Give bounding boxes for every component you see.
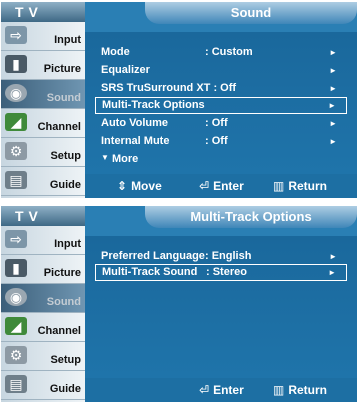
footer-enter: ⏎ Enter: [199, 378, 248, 402]
sound-icon: ◉: [5, 288, 27, 306]
sidebar-item-setup[interactable]: ⚙ Setup: [1, 138, 85, 167]
menu-item-value: : English: [205, 250, 252, 262]
sidebar-item-sound[interactable]: ◉ Sound: [1, 284, 85, 313]
menu-item-multi-track-options[interactable]: Multi-Track Options ►: [95, 97, 347, 114]
menu-item-label: Preferred Language: [101, 250, 205, 262]
sidebar-item-input[interactable]: ⇨ Input: [1, 22, 85, 51]
menu-item-label: Mode: [101, 46, 130, 58]
arrow-right-icon: ►: [328, 101, 336, 110]
arrow-right-icon: ►: [329, 137, 337, 146]
sidebar-item-label: Input: [54, 34, 81, 46]
sidebar-item-setup[interactable]: ⚙ Setup: [1, 342, 85, 371]
sound-menu-screen: TV Sound ⇨ Input ▮ Picture ◉ Sound ◢ Cha…: [1, 2, 357, 198]
footer-move: ⇕ Move: [117, 174, 166, 198]
sidebar-item-channel[interactable]: ◢ Channel: [1, 313, 85, 342]
sidebar-item-label: Sound: [46, 296, 81, 308]
menu-panel: Preferred Language : English ► Multi-Tra…: [85, 236, 357, 378]
menu-title: Sound: [145, 2, 357, 24]
arrow-right-icon: ►: [328, 268, 336, 277]
sidebar-item-label: Channel: [37, 325, 81, 337]
menu-item-auto-volume[interactable]: Auto Volume : Off ►: [95, 115, 347, 132]
menu-item-label: Equalizer: [101, 64, 150, 76]
sidebar: ⇨ Input ▮ Picture ◉ Sound ◢ Channel ⚙ Se…: [1, 22, 85, 198]
footer-return-label: Return: [288, 383, 328, 397]
sidebar-item-label: Input: [54, 238, 81, 250]
footer-bar: ⇕ Move ⏎ Enter ▥ Return: [85, 174, 357, 198]
more-item[interactable]: ▼ More: [101, 153, 138, 165]
arrow-right-icon: ►: [329, 119, 337, 128]
menu-item-mode[interactable]: Mode : Custom ►: [95, 44, 347, 61]
sound-icon: ◉: [5, 84, 27, 102]
enter-icon: ⏎: [199, 383, 210, 397]
arrow-right-icon: ►: [329, 48, 337, 57]
menu-item-value: : Off: [205, 117, 228, 129]
menu-item-value: : Stereo: [206, 266, 247, 278]
menu-item-value: : Off: [205, 135, 228, 147]
sidebar-item-guide[interactable]: ▤ Guide: [1, 167, 85, 196]
return-icon: ▥: [273, 179, 285, 193]
footer-enter-label: Enter: [213, 383, 244, 397]
menu-item-preferred-language[interactable]: Preferred Language : English ►: [95, 248, 347, 265]
menu-title: Multi-Track Options: [145, 206, 357, 228]
down-triangle-icon: ▼: [101, 153, 109, 162]
sidebar-item-label: Picture: [43, 267, 81, 279]
menu-item-equalizer[interactable]: Equalizer ►: [95, 62, 347, 79]
footer-enter-label: Enter: [213, 179, 244, 193]
arrow-right-icon: ►: [329, 252, 337, 261]
sidebar-item-label: Sound: [46, 92, 81, 104]
input-icon: ⇨: [5, 26, 27, 44]
return-icon: ▥: [273, 383, 285, 397]
enter-icon: ⏎: [199, 179, 210, 193]
menu-item-label: Internal Mute: [101, 135, 170, 147]
sidebar: ⇨ Input ▮ Picture ◉ Sound ◢ Channel ⚙ Se…: [1, 226, 85, 402]
menu-panel: Mode : Custom ► Equalizer ► SRS TruSurro…: [85, 32, 357, 174]
menu-item-value: : Custom: [205, 46, 253, 58]
footer-move-label: Move: [131, 179, 162, 193]
footer-bar: ⏎ Enter ▥ Return: [85, 378, 357, 402]
input-icon: ⇨: [5, 230, 27, 248]
menu-item-internal-mute[interactable]: Internal Mute : Off ►: [95, 133, 347, 150]
sidebar-item-picture[interactable]: ▮ Picture: [1, 51, 85, 80]
sidebar-item-input[interactable]: ⇨ Input: [1, 226, 85, 255]
sidebar-item-label: Setup: [50, 150, 81, 162]
footer-return-label: Return: [288, 179, 328, 193]
menu-item-srs-trusurround[interactable]: SRS TruSurround XT : Off ►: [95, 80, 347, 97]
channel-icon: ◢: [5, 113, 27, 131]
menu-item-multi-track-sound[interactable]: Multi-Track Sound : Stereo ►: [95, 264, 347, 281]
arrow-right-icon: ►: [329, 66, 337, 75]
guide-icon: ▤: [5, 171, 27, 189]
menu-item-label: Auto Volume: [101, 117, 169, 129]
picture-icon: ▮: [5, 259, 27, 277]
menu-item-label: SRS TruSurround XT : Off: [101, 82, 237, 94]
picture-icon: ▮: [5, 55, 27, 73]
sidebar-item-picture[interactable]: ▮ Picture: [1, 255, 85, 284]
arrow-right-icon: ►: [329, 84, 337, 93]
setup-icon: ⚙: [5, 142, 27, 160]
menu-item-label: Multi-Track Sound: [102, 266, 198, 278]
footer-return: ▥ Return: [273, 378, 331, 402]
sidebar-item-sound[interactable]: ◉ Sound: [1, 80, 85, 109]
up-down-arrow-icon: ⇕: [117, 179, 128, 193]
setup-icon: ⚙: [5, 346, 27, 364]
footer-return: ▥ Return: [273, 174, 331, 198]
guide-icon: ▤: [5, 375, 27, 393]
footer-enter: ⏎ Enter: [199, 174, 248, 198]
sidebar-item-label: Picture: [43, 63, 81, 75]
sidebar-item-channel[interactable]: ◢ Channel: [1, 109, 85, 138]
sidebar-item-guide[interactable]: ▤ Guide: [1, 371, 85, 400]
tv-logo: TV: [1, 2, 85, 22]
sidebar-item-label: Guide: [49, 179, 81, 191]
sidebar-item-label: Channel: [37, 121, 81, 133]
more-label: More: [111, 153, 139, 165]
tv-logo: TV: [1, 206, 85, 226]
title-bar: Sound: [85, 2, 357, 32]
sidebar-item-label: Setup: [50, 354, 81, 366]
channel-icon: ◢: [5, 317, 27, 335]
menu-item-label: Multi-Track Options: [102, 99, 205, 111]
multi-track-options-screen: TV Multi-Track Options ⇨ Input ▮ Picture…: [1, 206, 357, 402]
title-bar: Multi-Track Options: [85, 206, 357, 236]
sidebar-item-label: Guide: [49, 383, 81, 395]
